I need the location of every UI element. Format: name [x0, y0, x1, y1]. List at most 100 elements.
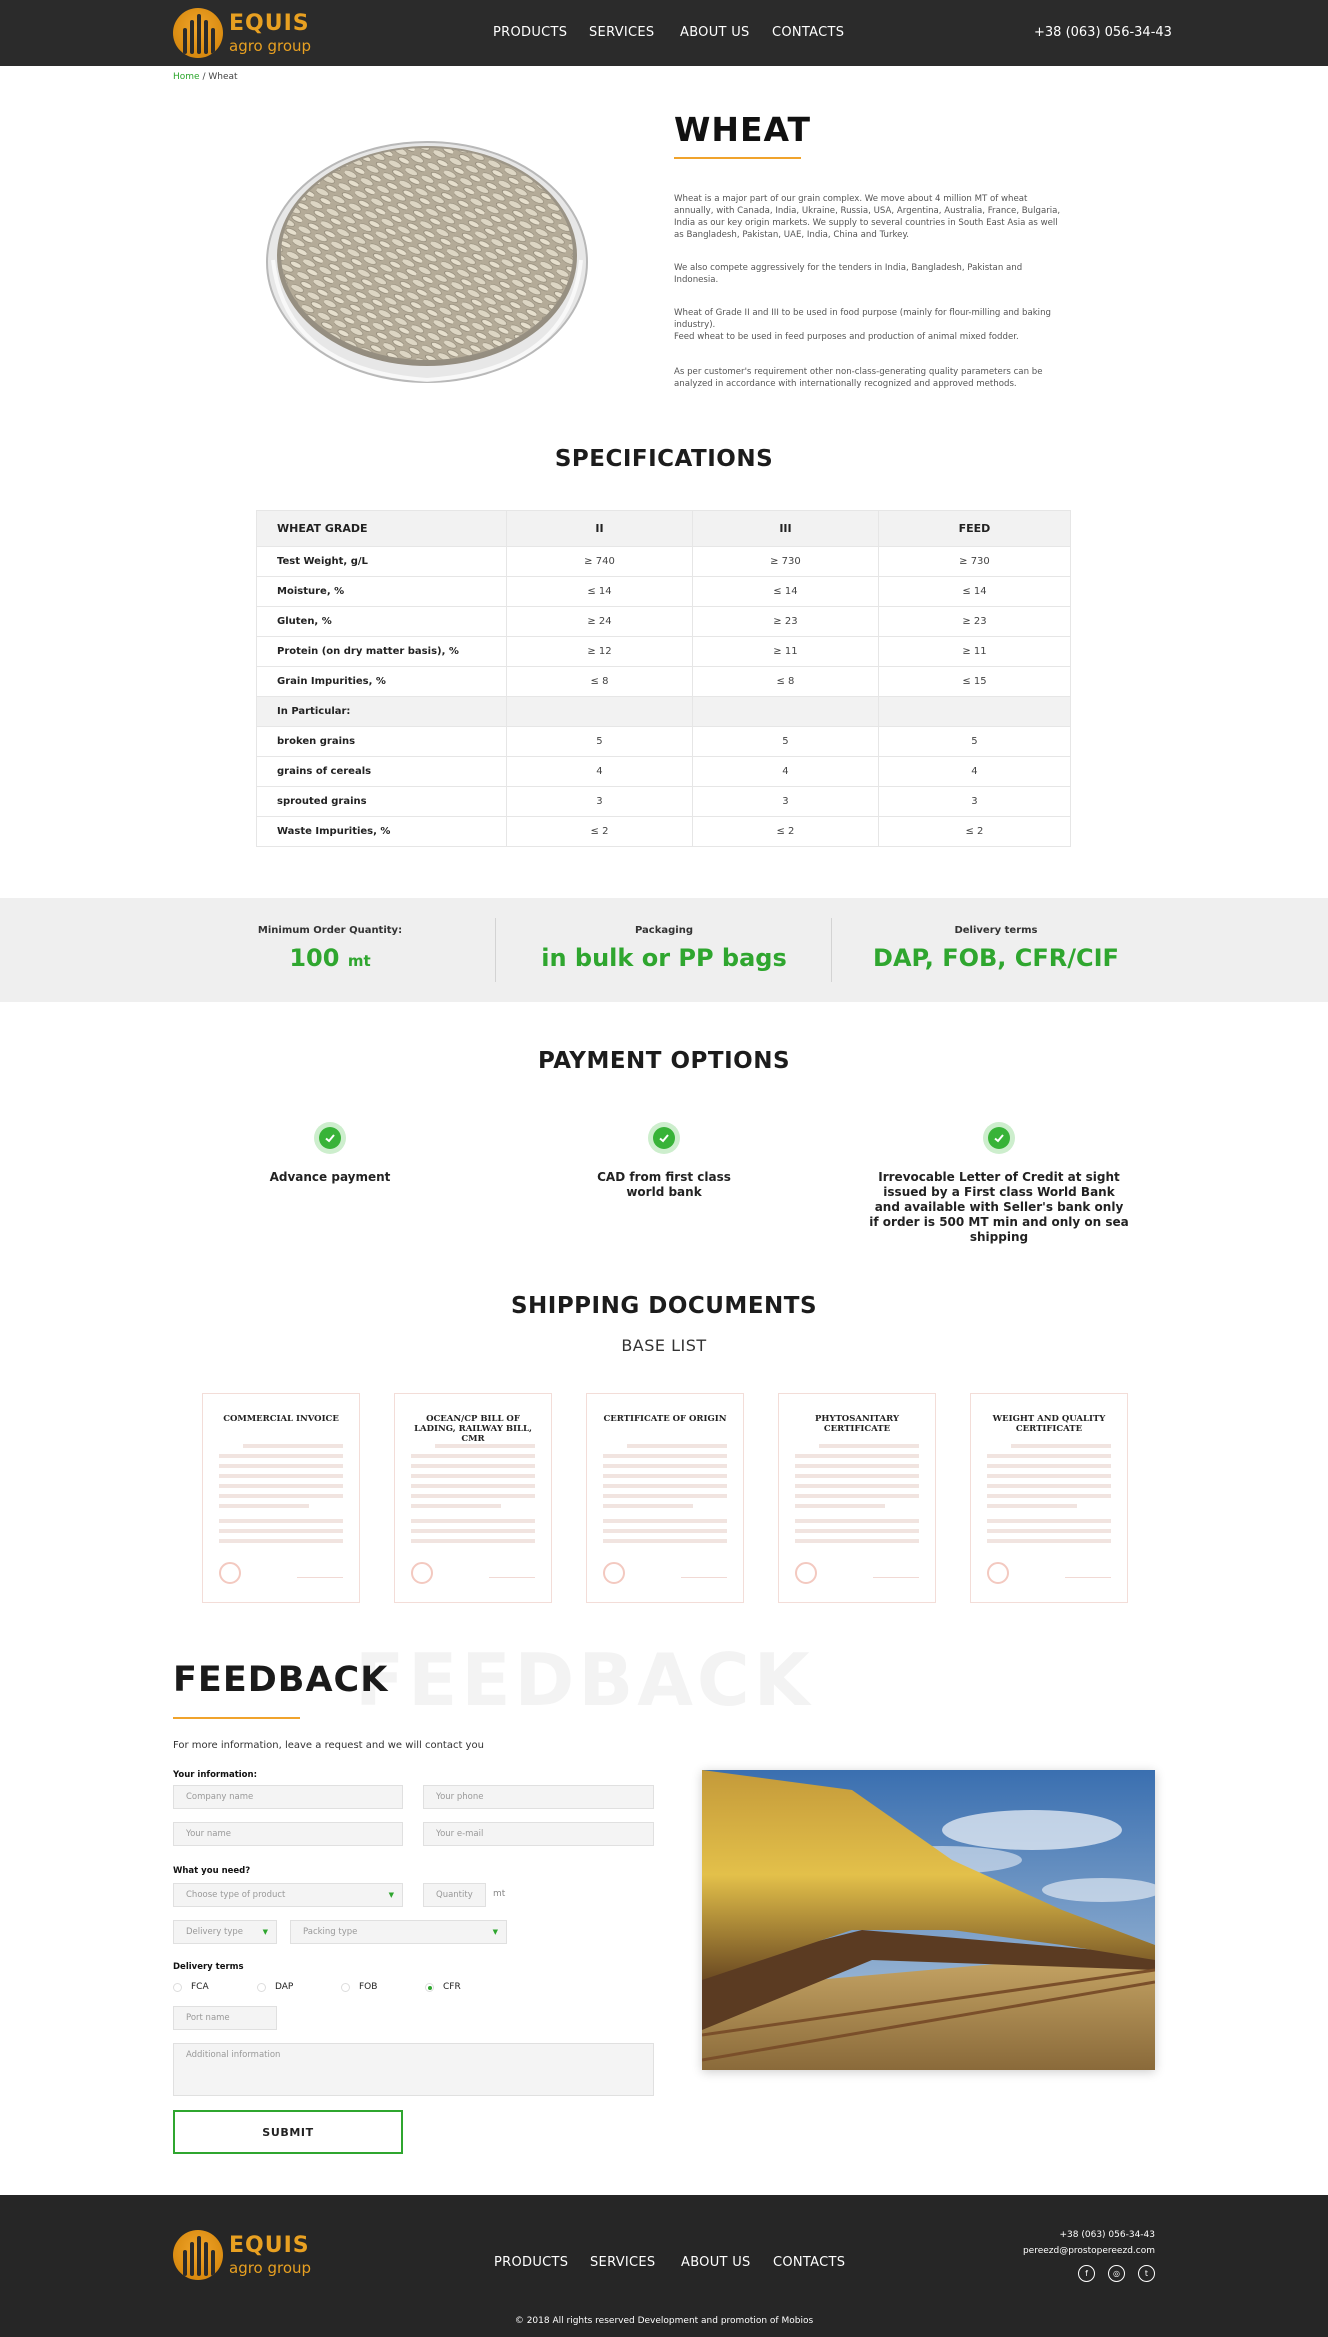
radio-cfr[interactable]: CFR — [425, 1982, 461, 1992]
payment-option: Advance payment — [200, 1122, 460, 1185]
quantity-unit: mt — [493, 1889, 506, 1899]
packaging-value: in bulk or PP bags — [541, 944, 787, 972]
footer-nav-contacts[interactable]: CONTACTS — [773, 2255, 845, 2270]
port-name-input[interactable]: Port name — [173, 2006, 277, 2030]
wheat-logo-icon — [173, 8, 223, 58]
min-order: Minimum Order Quantity: 100 mt — [257, 925, 403, 972]
radio-dap[interactable]: DAP — [257, 1982, 293, 1992]
divider — [495, 918, 496, 982]
breadcrumb-home[interactable]: Home — [173, 72, 200, 82]
chevron-down-icon: ▼ — [492, 1928, 498, 1936]
radio-fca[interactable]: FCA — [173, 1982, 209, 1992]
stamp-icon — [411, 1562, 433, 1584]
quantity-input[interactable]: Quantity — [423, 1883, 486, 1907]
copyright: © 2018 All rights reserved Development a… — [514, 2316, 814, 2326]
document-card: COMMERCIAL INVOICE — [202, 1393, 360, 1603]
order-info-band: Minimum Order Quantity: 100 mt Packaging… — [0, 898, 1328, 1002]
title-underline — [674, 157, 801, 159]
product-type-select[interactable]: Choose type of product ▼ — [173, 1883, 403, 1907]
need-label: What you need? — [173, 1866, 251, 1876]
document-card: OCEAN/CP BILL OF LADING, RAILWAY BILL, C… — [394, 1393, 552, 1603]
payment-option: Irrevocable Letter of Credit at sight is… — [869, 1122, 1129, 1245]
stamp-icon — [603, 1562, 625, 1584]
feedback-title: FEEDBACK — [173, 1660, 389, 1700]
specifications-table: WHEAT GRADE II III FEED Test Weight, g/L… — [256, 510, 1072, 847]
footer-nav-services[interactable]: SERVICES — [590, 2255, 655, 2270]
min-order-value: 100 — [289, 944, 340, 972]
header-phone[interactable]: +38 (063) 056-34-43 — [1034, 25, 1172, 40]
delivery-terms-value: DAP, FOB, CFR/CIF — [873, 944, 1119, 972]
specifications-title: SPECIFICATIONS — [554, 446, 774, 472]
phone-input[interactable]: Your phone — [423, 1785, 654, 1809]
footer-email[interactable]: pereezd@prostopereezd.com — [1023, 2246, 1155, 2256]
site-header: EQUIS agro group PRODUCTS SERVICES ABOUT… — [0, 0, 1328, 66]
check-icon — [983, 1122, 1015, 1154]
name-input[interactable]: Your name — [173, 1822, 403, 1846]
logo-tagline: agro group — [229, 2259, 312, 2277]
document-card: PHYTOSANITARY CERTIFICATE — [778, 1393, 936, 1603]
nav-products[interactable]: PRODUCTS — [493, 25, 567, 40]
packing-type-select[interactable]: Packing type ▼ — [290, 1920, 507, 1944]
check-icon — [648, 1122, 680, 1154]
feedback-underline — [173, 1717, 300, 1719]
breadcrumb-current: Wheat — [208, 72, 238, 82]
document-card: CERTIFICATE OF ORIGIN — [586, 1393, 744, 1603]
table-row: sprouted grains 3 3 3 — [256, 786, 1072, 817]
product-image — [266, 141, 588, 383]
product-paragraph: Wheat is a major part of our grain compl… — [674, 194, 1061, 240]
table-row: Grain Impurities, % ≤ 8 ≤ 8 ≤ 15 — [256, 666, 1072, 697]
table-row: Test Weight, g/L ≥ 740 ≥ 730 ≥ 730 — [256, 546, 1072, 577]
shipping-subtitle: BASE LIST — [621, 1336, 707, 1355]
min-order-unit: mt — [347, 952, 371, 970]
table-row: Waste Impurities, % ≤ 2 ≤ 2 ≤ 2 — [256, 816, 1072, 847]
nav-contacts[interactable]: CONTACTS — [772, 25, 844, 40]
instagram-icon[interactable]: ◎ — [1108, 2265, 1125, 2282]
payment-title: PAYMENT OPTIONS — [537, 1048, 791, 1074]
product-paragraph: Wheat of Grade II and III to be used in … — [674, 308, 1051, 342]
table-row: broken grains 5 5 5 — [256, 726, 1072, 757]
chevron-down-icon: ▼ — [262, 1928, 268, 1936]
delivery-type-select[interactable]: Delivery type ▼ — [173, 1920, 277, 1944]
logo[interactable]: EQUIS agro group — [173, 8, 311, 58]
logo-name: EQUIS — [229, 11, 310, 36]
facebook-icon[interactable]: f — [1078, 2265, 1095, 2282]
footer-nav-products[interactable]: PRODUCTS — [494, 2255, 568, 2270]
shipping-title: SHIPPING DOCUMENTS — [510, 1293, 818, 1319]
footer-logo[interactable]: EQUIS agro group — [173, 2230, 311, 2280]
submit-button[interactable]: SUBMIT — [173, 2110, 403, 2154]
nav-about-us[interactable]: ABOUT US — [680, 25, 750, 40]
delivery-terms: Delivery terms DAP, FOB, CFR/CIF — [846, 898, 1146, 1002]
product-paragraph: As per customer's requirement other non-… — [674, 367, 1043, 389]
table-header-row: WHEAT GRADE II III FEED — [256, 510, 1072, 547]
table-row: grains of cereals 4 4 4 — [256, 756, 1072, 787]
radio-fob[interactable]: FOB — [341, 1982, 377, 1992]
table-subheader-row: In Particular: — [256, 696, 1072, 727]
feedback-bg-title: FEEDBACK — [355, 1638, 814, 1722]
additional-info-textarea[interactable]: Additional information — [173, 2043, 654, 2096]
document-card: WEIGHT AND QUALITY CERTIFICATE — [970, 1393, 1128, 1603]
wheat-logo-icon — [173, 2230, 223, 2280]
chevron-down-icon: ▼ — [388, 1891, 394, 1899]
product-paragraph: We also compete aggressively for the ten… — [674, 263, 1023, 285]
feedback-intro: For more information, leave a request an… — [173, 1740, 484, 1751]
footer-nav-about-us[interactable]: ABOUT US — [681, 2255, 751, 2270]
check-icon — [314, 1122, 346, 1154]
stamp-icon — [219, 1562, 241, 1584]
footer-phone[interactable]: +38 (063) 056-34-43 — [1060, 2230, 1156, 2240]
email-input[interactable]: Your e-mail — [423, 1822, 654, 1846]
delivery-terms-label: Delivery terms — [173, 1962, 244, 1972]
company-name-input[interactable]: Company name — [173, 1785, 403, 1809]
train-image — [702, 1770, 1155, 2070]
your-info-label: Your information: — [173, 1770, 257, 1780]
packaging: Packaging in bulk or PP bags — [514, 898, 814, 1002]
divider — [831, 918, 832, 982]
twitter-icon[interactable]: t — [1138, 2265, 1155, 2282]
payment-option: CAD from first class world bank — [534, 1122, 794, 1200]
table-row: Moisture, % ≤ 14 ≤ 14 ≤ 14 — [256, 576, 1072, 607]
stamp-icon — [795, 1562, 817, 1584]
table-row: Protein (on dry matter basis), % ≥ 12 ≥ 11… — [256, 636, 1072, 667]
product-title: WHEAT — [674, 110, 812, 149]
table-row: Gluten, % ≥ 24 ≥ 23 ≥ 23 — [256, 606, 1072, 637]
stamp-icon — [987, 1562, 1009, 1584]
nav-services[interactable]: SERVICES — [589, 25, 654, 40]
